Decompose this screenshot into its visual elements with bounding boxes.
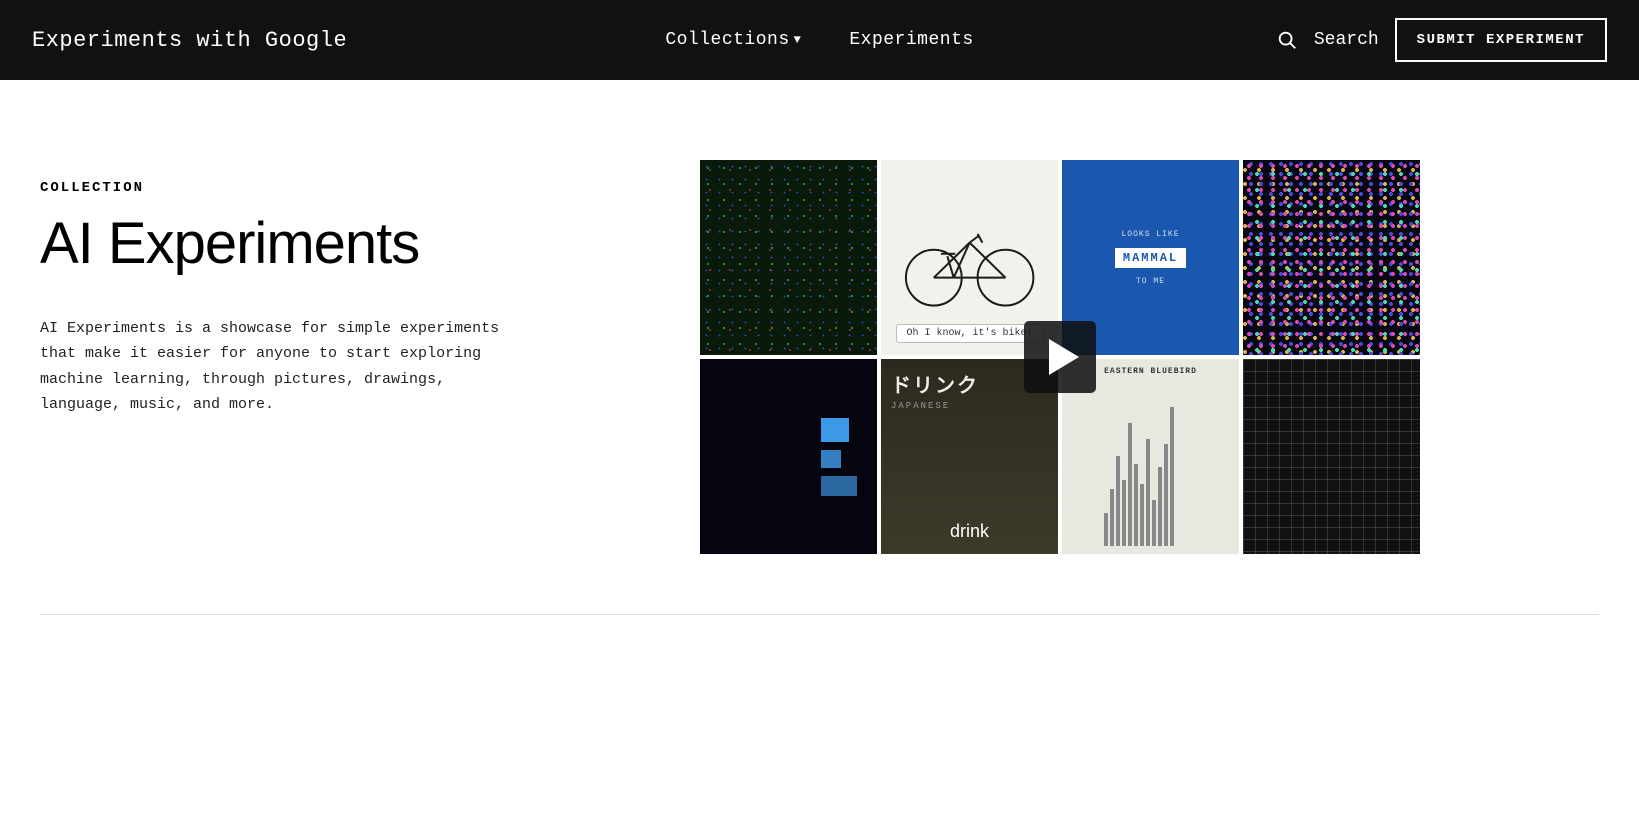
mosaic-grid: Oh I know, it's bike! LOOKS LIKE MAMMAL … [700,160,1420,554]
main-content: COLLECTION AI Experiments AI Experiments… [0,80,1639,614]
search-label[interactable]: Search [1314,30,1379,50]
experiments-nav-link[interactable]: Experiments [849,30,973,50]
site-logo[interactable]: Experiments with Google [32,28,347,53]
submit-experiment-button[interactable]: SUBMIT EXPERIMENT [1395,18,1607,62]
collections-nav-link[interactable]: Collections ▼ [665,30,801,50]
page-title: AI Experiments [40,212,640,276]
collection-label: COLLECTION [40,180,640,196]
right-panel: Oh I know, it's bike! LOOKS LIKE MAMMAL … [700,160,1579,554]
mosaic-cell-grid-pattern [1243,359,1420,554]
search-icon[interactable] [1276,29,1298,51]
mosaic-cell-pixel-art [1243,160,1420,355]
description: AI Experiments is a showcase for simple … [40,316,640,418]
nav-center-links: Collections ▼ Experiments [665,30,973,50]
mosaic-cell-dark-blocks [700,359,877,554]
play-button-overlay[interactable] [1024,321,1096,393]
page-divider [40,614,1599,615]
mosaic-cell-particle [700,160,877,355]
nav-right: Search SUBMIT EXPERIMENT [1276,18,1607,62]
collections-chevron-icon: ▼ [794,33,802,47]
navbar: Experiments with Google Collections ▼ Ex… [0,0,1639,80]
left-panel: COLLECTION AI Experiments AI Experiments… [40,160,640,418]
